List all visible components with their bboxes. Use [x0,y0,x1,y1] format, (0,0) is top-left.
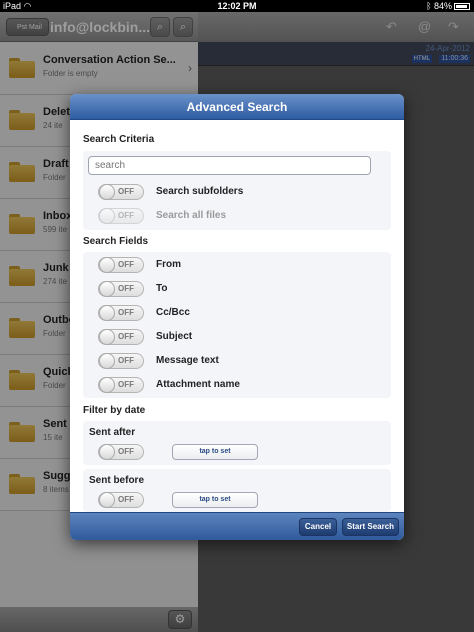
sent-after-label: Sent after [89,427,136,438]
field-label: From [156,259,181,270]
sent-before-toggle[interactable]: OFF [98,492,144,508]
cancel-button[interactable]: Cancel [299,518,337,536]
cc-bcc-toggle[interactable]: OFF [98,305,144,321]
option-label: Search subfolders [156,186,244,197]
sent-after-row: OFF tap to set [83,440,391,464]
sent-before-row: OFF tap to set [83,488,391,512]
option-row: OFF Search all files [83,204,391,228]
sent-before-label: Sent before [89,475,145,486]
dialog-header: Advanced Search [70,94,404,120]
subject-toggle[interactable]: OFF [98,329,144,345]
dialog-title: Advanced Search [186,100,288,114]
sent-before-date-button[interactable]: tap to set [172,492,258,508]
status-time: 12:02 PM [217,1,257,11]
search-all-files-toggle: OFF [98,208,144,224]
search-subfolders-toggle[interactable]: OFF [98,184,144,200]
attachment-name-toggle[interactable]: OFF [98,377,144,393]
field-label: Message text [156,355,219,366]
field-row: OFF Subject [83,325,391,349]
sent-after-date-button[interactable]: tap to set [172,444,258,460]
advanced-search-dialog: Advanced Search Search Criteria OFF Sear… [70,94,404,540]
sent-after-toggle[interactable]: OFF [98,444,144,460]
start-search-button[interactable]: Start Search [342,518,399,536]
field-label: Cc/Bcc [156,307,190,318]
field-row: OFF Cc/Bcc [83,301,391,325]
message-text-toggle[interactable]: OFF [98,353,144,369]
option-row: OFF Search subfolders [83,180,391,204]
search-fields-heading: Search Fields [83,236,149,247]
field-label: To [156,283,168,294]
field-row: OFF From [83,253,391,277]
filter-by-date-heading: Filter by date [83,405,146,416]
status-bar: iPad ◠ 12:02 PM ᛒ 84% [0,0,474,12]
search-criteria-heading: Search Criteria [83,134,155,145]
from-toggle[interactable]: OFF [98,257,144,273]
battery-icon [454,3,470,10]
field-row: OFF To [83,277,391,301]
battery-status: ᛒ 84% [426,0,470,12]
bluetooth-icon: ᛒ [426,1,432,11]
dialog-footer: Cancel Start Search [70,512,404,540]
field-row: OFF Attachment name [83,373,391,397]
field-row: OFF Message text [83,349,391,373]
option-label: Search all files [156,210,227,221]
search-input[interactable] [88,156,371,175]
field-label: Subject [156,331,193,342]
to-toggle[interactable]: OFF [98,281,144,297]
field-label: Attachment name [156,379,240,390]
